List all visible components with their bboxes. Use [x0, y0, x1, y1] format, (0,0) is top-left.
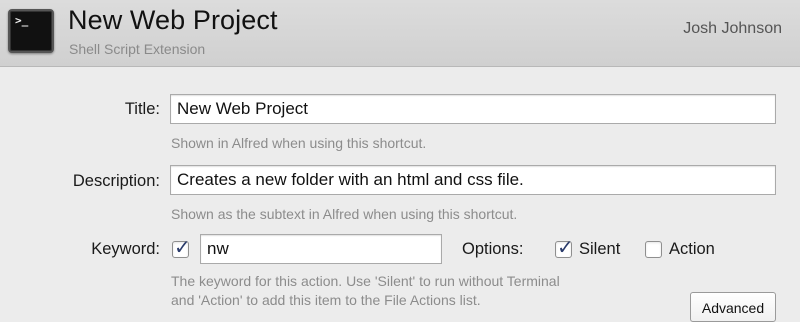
options-label: Options: — [462, 240, 524, 258]
advanced-button[interactable]: Advanced — [690, 292, 776, 322]
terminal-prompt-glyph: >_ — [15, 14, 29, 27]
checkmark-icon: ✓ — [174, 235, 191, 259]
terminal-icon: >_ — [8, 9, 54, 53]
extension-header: >_ New Web Project Shell Script Extensio… — [0, 0, 800, 67]
checkmark-icon: ✓ — [557, 235, 574, 259]
extension-subtitle: Shell Script Extension — [69, 41, 206, 57]
action-checkbox[interactable] — [645, 241, 662, 258]
keyword-input[interactable]: nw — [200, 234, 442, 264]
title-hint: Shown in Alfred when using this shortcut… — [171, 135, 427, 151]
keyword-hint-line-1: The keyword for this action. Use 'Silent… — [171, 273, 560, 289]
extension-title: New Web Project — [68, 5, 278, 35]
silent-label[interactable]: Silent — [579, 240, 620, 259]
keyword-hint-line-2: and 'Action' to add this item to the Fil… — [171, 292, 481, 308]
description-label: Description: — [72, 172, 160, 190]
description-input[interactable]: Creates a new folder with an html and cs… — [170, 165, 776, 195]
silent-checkbox[interactable]: ✓ — [555, 235, 574, 259]
action-label[interactable]: Action — [669, 240, 715, 259]
author-name: Josh Johnson — [683, 20, 782, 37]
description-hint: Shown as the subtext in Alfred when usin… — [171, 206, 518, 222]
keyword-label: Keyword: — [91, 240, 160, 258]
title-input[interactable]: New Web Project — [170, 94, 776, 124]
title-label: Title: — [124, 100, 160, 118]
keyword-enabled-checkbox[interactable]: ✓ — [172, 235, 191, 259]
